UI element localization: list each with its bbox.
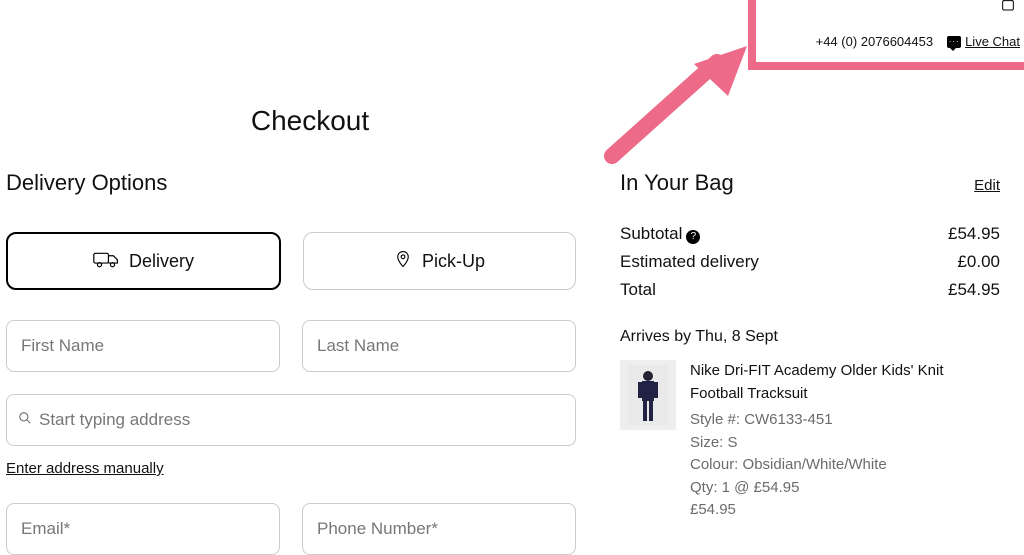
- help-icon[interactable]: ?: [686, 230, 700, 244]
- product-style: Style #: CW6133-451: [690, 409, 1000, 432]
- phone-field[interactable]: [302, 503, 576, 555]
- product-price: £54.95: [690, 499, 1000, 522]
- live-chat-label: Live Chat: [965, 34, 1020, 49]
- shipping-value: £0.00: [957, 252, 1000, 272]
- annotation-arrow: [602, 46, 752, 166]
- email-field[interactable]: [6, 503, 280, 555]
- shipping-label: Estimated delivery: [620, 252, 759, 272]
- arrival-estimate: Arrives by Thu, 8 Sept: [620, 328, 1000, 346]
- cart-icon[interactable]: [998, 0, 1018, 17]
- product-qty: Qty: 1 @ £54.95: [690, 477, 1000, 500]
- address-search-field[interactable]: [6, 394, 576, 446]
- product-colour: Colour: Obsidian/White/White: [690, 454, 1000, 477]
- delivery-option-ship[interactable]: Delivery: [6, 232, 281, 290]
- search-icon: [18, 411, 32, 429]
- edit-bag-link[interactable]: Edit: [974, 177, 1000, 194]
- subtotal-value: £54.95: [948, 224, 1000, 244]
- chat-icon: [947, 36, 961, 48]
- truck-icon: [93, 250, 119, 273]
- delivery-option-pickup[interactable]: Pick-Up: [303, 232, 576, 290]
- delivery-option-ship-label: Delivery: [129, 251, 194, 272]
- product-size: Size: S: [690, 432, 1000, 455]
- bag-heading: In Your Bag: [620, 170, 734, 196]
- bag-item: Nike Dri-FIT Academy Older Kids' Knit Fo…: [620, 360, 1000, 522]
- subtotal-label: Subtotal?: [620, 224, 700, 244]
- pin-icon: [394, 248, 412, 275]
- product-name: Nike Dri-FIT Academy Older Kids' Knit Fo…: [690, 360, 1000, 405]
- last-name-field[interactable]: [302, 320, 576, 372]
- delivery-options-heading: Delivery Options: [6, 170, 576, 196]
- first-name-field[interactable]: [6, 320, 280, 372]
- delivery-option-pickup-label: Pick-Up: [422, 251, 485, 272]
- live-chat-link[interactable]: Live Chat: [947, 34, 1020, 49]
- page-title: Checkout: [0, 105, 620, 137]
- product-thumbnail: [620, 360, 676, 430]
- total-value: £54.95: [948, 280, 1000, 300]
- enter-address-manually-link[interactable]: Enter address manually: [6, 460, 164, 477]
- support-phone: +44 (0) 2076604453: [816, 34, 933, 49]
- total-label: Total: [620, 280, 656, 300]
